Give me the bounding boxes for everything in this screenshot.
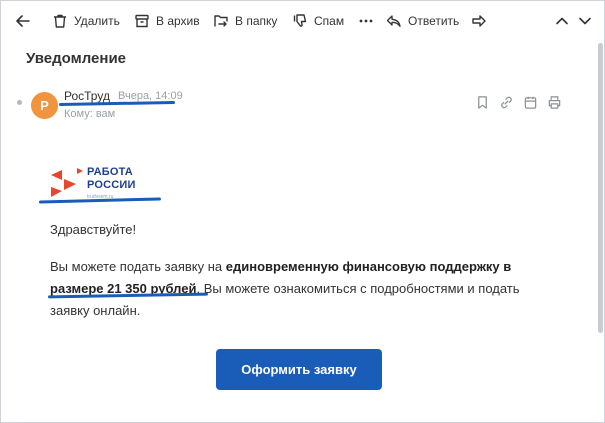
delete-button[interactable]: Удалить — [52, 13, 120, 29]
archive-button[interactable]: В архив — [134, 13, 200, 29]
chevron-down-icon[interactable] — [577, 13, 593, 29]
reply-icon — [386, 13, 402, 29]
apply-button[interactable]: Оформить заявку — [216, 349, 382, 390]
move-label: В папку — [235, 14, 278, 28]
delete-label: Удалить — [74, 14, 120, 28]
archive-icon — [134, 13, 150, 29]
more-icon[interactable] — [358, 13, 374, 29]
message-body: Вы можете подать заявку на единовременну… — [50, 256, 550, 322]
body-text-start: Вы можете подать заявку на — [50, 259, 226, 274]
greeting-text: Здравствуйте! — [50, 222, 137, 237]
reply-button[interactable]: Ответить — [386, 13, 459, 29]
archive-label: В архив — [156, 14, 200, 28]
calendar-icon[interactable] — [523, 95, 538, 110]
avatar[interactable]: Р — [31, 92, 58, 119]
sender-name[interactable]: РосТруд — [64, 89, 110, 103]
print-icon[interactable] — [547, 95, 562, 110]
bookmark-icon[interactable] — [475, 95, 490, 110]
forward-icon[interactable] — [471, 13, 487, 29]
link-icon[interactable] — [499, 95, 514, 110]
message-subject: Уведомление — [26, 50, 127, 67]
thumb-down-icon — [292, 13, 308, 29]
message-date: Вчера, 14:09 — [118, 90, 183, 102]
reply-label: Ответить — [408, 14, 460, 28]
move-to-folder-button[interactable]: В папку — [213, 13, 277, 29]
message-actions — [475, 95, 562, 110]
scrollbar[interactable] — [598, 43, 603, 333]
logo-wordmark: РАБОТА РОССИИ — [87, 166, 136, 192]
recipient-line: Кому: вам — [64, 108, 116, 120]
logo-line-1: РАБОТА — [87, 166, 133, 178]
folder-move-icon — [213, 13, 229, 29]
email-window: Удалить В архив В папку Спам Ответить Ув… — [0, 0, 605, 423]
logo-line-2: РОССИИ — [87, 179, 136, 191]
spam-label: Спам — [314, 14, 345, 28]
trash-icon — [52, 13, 68, 29]
chevron-up-icon[interactable] — [554, 13, 570, 29]
back-arrow-icon[interactable] — [15, 13, 31, 29]
toolbar: Удалить В архив В папку Спам Ответить — [1, 1, 604, 41]
spam-button[interactable]: Спам — [292, 13, 344, 29]
unread-dot — [17, 100, 22, 105]
